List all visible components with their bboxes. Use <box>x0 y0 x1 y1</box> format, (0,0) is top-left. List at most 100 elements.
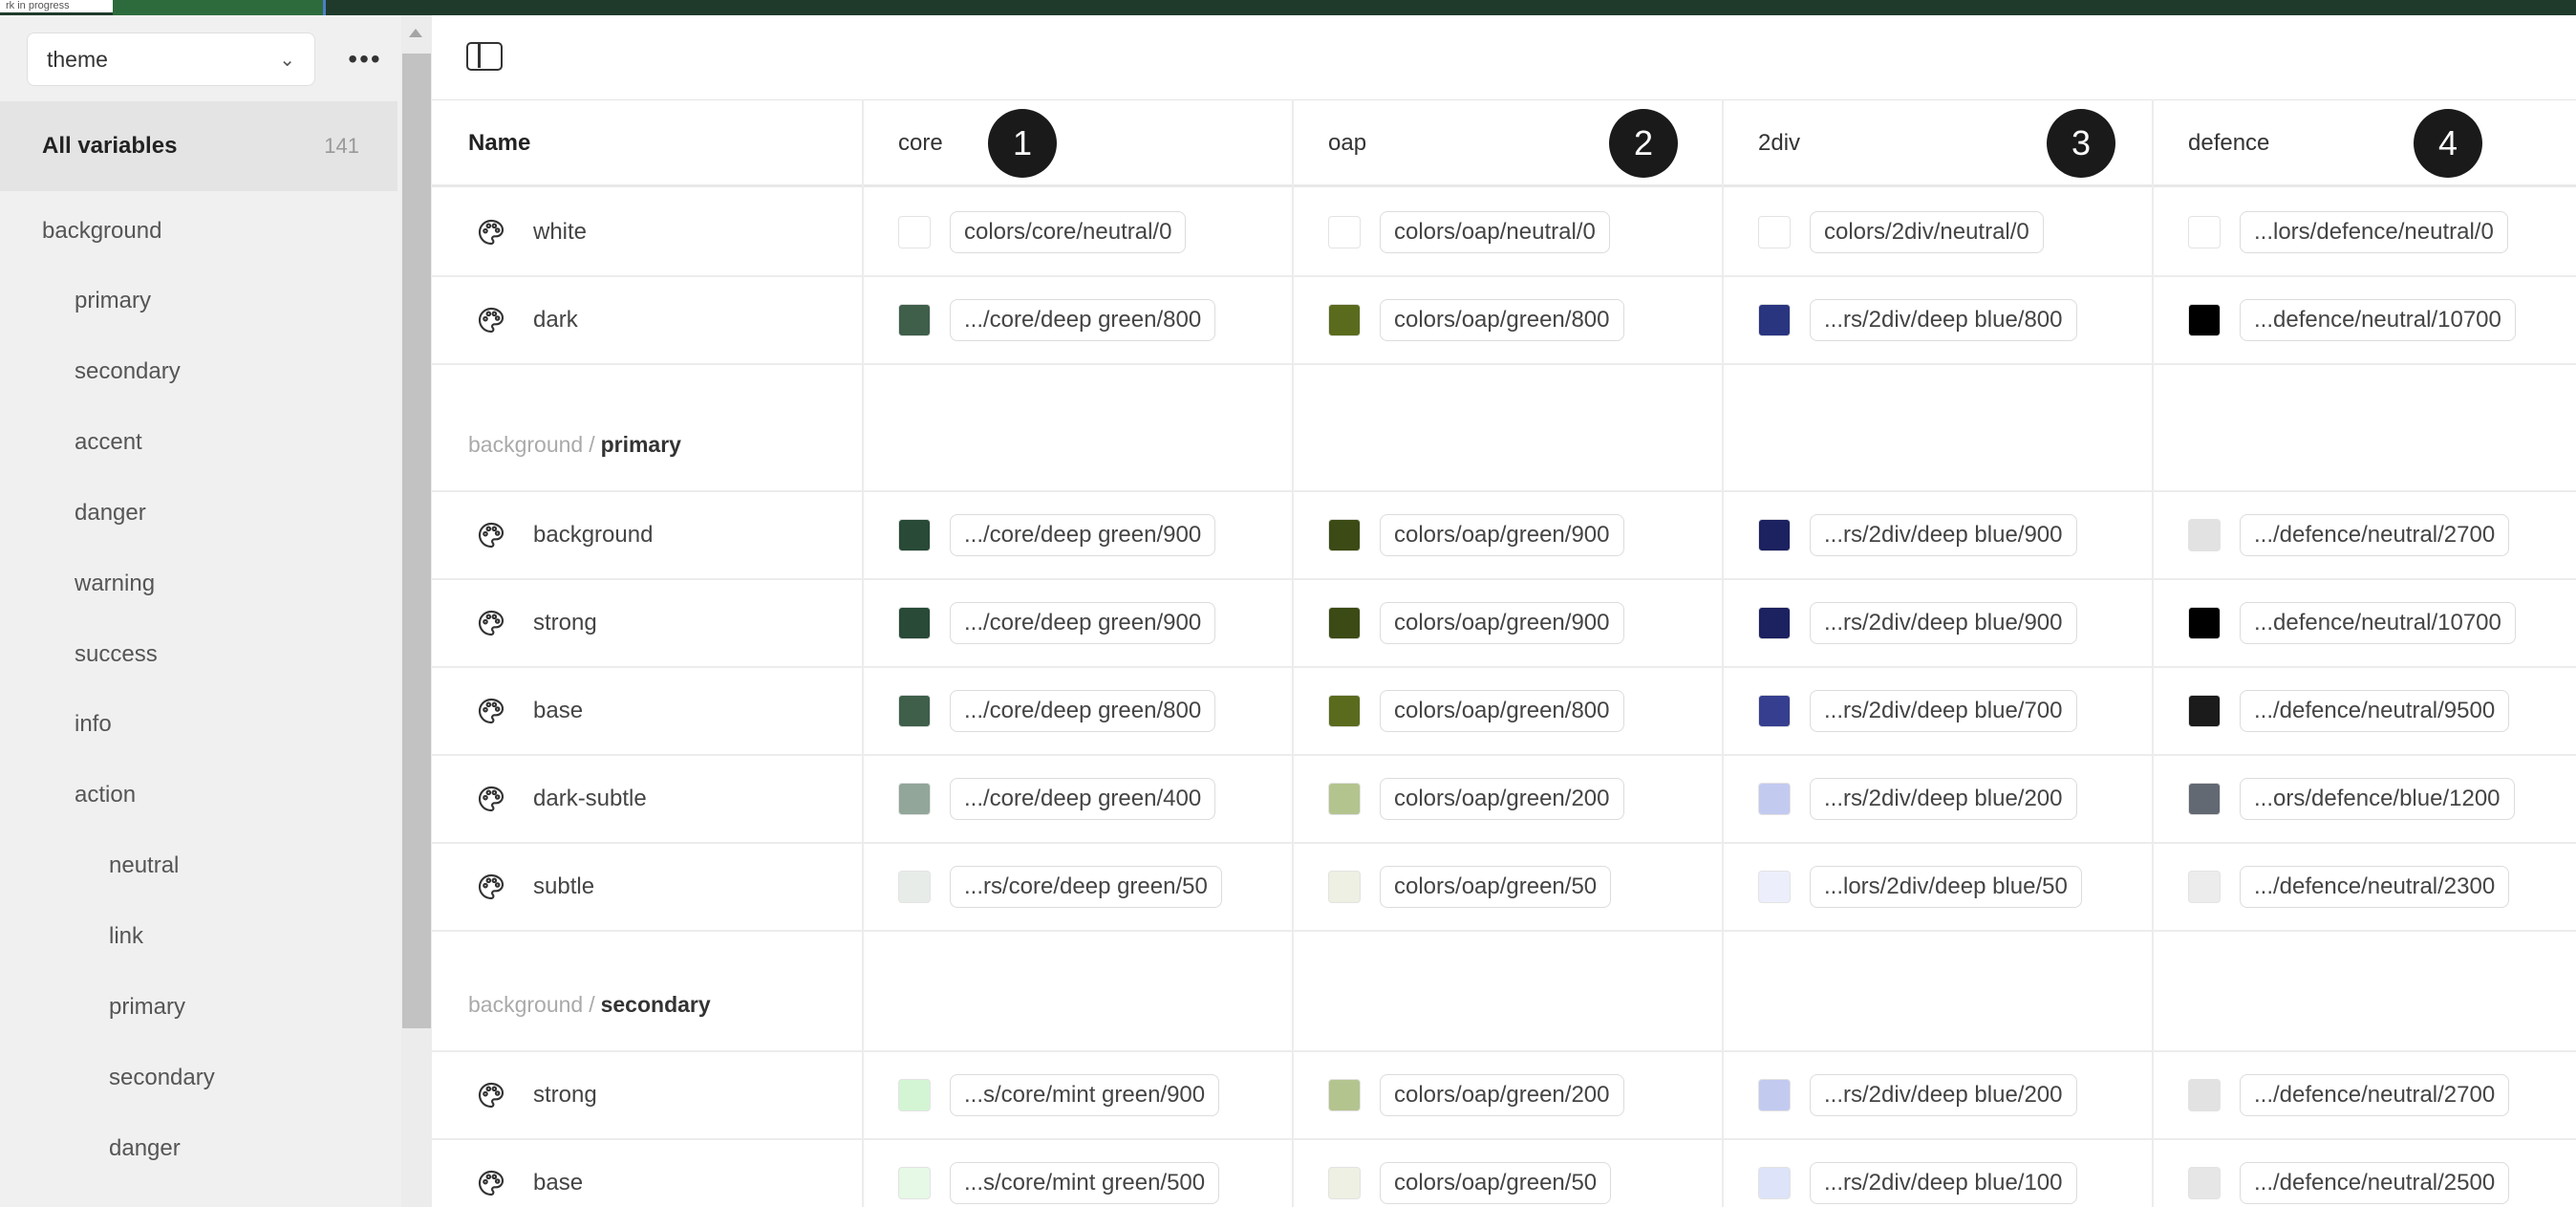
mode-value-cell[interactable]: ...rs/2div/deep blue/700 <box>1758 668 2077 754</box>
color-swatch[interactable] <box>1758 783 1791 815</box>
scrollbar-thumb[interactable] <box>402 54 431 1028</box>
color-swatch[interactable] <box>898 783 931 815</box>
collection-select[interactable]: theme ⌄ <box>27 32 315 86</box>
color-swatch[interactable] <box>898 1167 931 1199</box>
alias-pill[interactable]: ...rs/2div/deep blue/800 <box>1810 299 2077 341</box>
table-row[interactable]: strong ...s/core/mint green/900 colors/oap… <box>432 1052 2576 1140</box>
mode-value-cell[interactable]: ...defence/neutral/10700 <box>2188 277 2516 363</box>
alias-pill[interactable]: ...rs/2div/deep blue/100 <box>1810 1162 2077 1204</box>
color-swatch[interactable] <box>1758 216 1791 248</box>
mode-value-cell[interactable]: .../defence/neutral/2700 <box>2188 492 2510 578</box>
more-options-button[interactable]: ••• <box>342 44 388 75</box>
alias-pill[interactable]: .../core/deep green/800 <box>950 690 1216 732</box>
mode-value-cell[interactable]: colors/oap/green/50 <box>1328 844 1612 930</box>
color-swatch[interactable] <box>1328 1079 1361 1111</box>
mode-value-cell[interactable]: .../core/deep green/900 <box>898 580 1216 666</box>
color-swatch[interactable] <box>1328 519 1361 551</box>
mode-value-cell[interactable]: .../defence/neutral/2300 <box>2188 844 2510 930</box>
alias-pill[interactable]: .../defence/neutral/9500 <box>2240 690 2510 732</box>
variable-name[interactable]: strong <box>533 1052 597 1138</box>
alias-pill[interactable]: .../core/deep green/400 <box>950 778 1216 820</box>
sidebar-tree-item[interactable]: primary <box>75 288 151 314</box>
sidebar-tree-item[interactable]: accent <box>75 429 142 456</box>
sidebar-tree-item[interactable]: neutral <box>109 852 179 879</box>
color-swatch[interactable] <box>898 695 931 727</box>
color-swatch[interactable] <box>1328 304 1361 336</box>
color-swatch[interactable] <box>1328 216 1361 248</box>
table-row[interactable]: strong .../core/deep green/900 colors/oap/… <box>432 580 2576 668</box>
mode-value-cell[interactable]: colors/oap/green/200 <box>1328 756 1624 842</box>
alias-pill[interactable]: ...lors/2div/deep blue/50 <box>1810 866 2082 908</box>
sidebar-tree-item[interactable]: action <box>75 782 136 808</box>
color-swatch[interactable] <box>1328 1167 1361 1199</box>
sidebar-tree-item[interactable]: danger <box>75 500 146 527</box>
alias-pill[interactable]: .../defence/neutral/2700 <box>2240 1074 2510 1116</box>
variable-name[interactable]: background <box>533 492 653 578</box>
column-header-2div[interactable]: 2div <box>1758 99 1800 187</box>
variable-name[interactable]: base <box>533 668 583 754</box>
column-header-name[interactable]: Name <box>468 99 530 187</box>
color-swatch[interactable] <box>898 216 931 248</box>
table-row[interactable]: base ...s/core/mint green/500 colors/oap/g… <box>432 1140 2576 1207</box>
color-swatch[interactable] <box>1758 304 1791 336</box>
variable-name[interactable]: strong <box>533 580 597 666</box>
column-header-defence[interactable]: defence <box>2188 99 2269 187</box>
mode-value-cell[interactable]: .../core/deep green/900 <box>898 492 1216 578</box>
color-swatch[interactable] <box>2188 304 2221 336</box>
alias-pill[interactable]: .../defence/neutral/2700 <box>2240 514 2510 556</box>
alias-pill[interactable]: ...defence/neutral/10700 <box>2240 602 2516 644</box>
alias-pill[interactable]: ...rs/2div/deep blue/200 <box>1810 778 2077 820</box>
color-swatch[interactable] <box>898 304 931 336</box>
color-swatch[interactable] <box>2188 216 2221 248</box>
color-swatch[interactable] <box>1328 695 1361 727</box>
mode-value-cell[interactable]: colors/oap/green/900 <box>1328 492 1624 578</box>
alias-pill[interactable]: ...ors/defence/blue/1200 <box>2240 778 2515 820</box>
mode-value-cell[interactable]: ...s/core/mint green/900 <box>898 1052 1220 1138</box>
color-swatch[interactable] <box>2188 607 2221 639</box>
mode-value-cell[interactable]: colors/oap/green/50 <box>1328 1140 1612 1207</box>
color-swatch[interactable] <box>2188 1079 2221 1111</box>
alias-pill[interactable]: ...s/core/mint green/500 <box>950 1162 1220 1204</box>
mode-value-cell[interactable]: ...rs/2div/deep blue/200 <box>1758 1052 2077 1138</box>
color-swatch[interactable] <box>1758 871 1791 903</box>
color-swatch[interactable] <box>2188 871 2221 903</box>
mode-value-cell[interactable]: .../core/deep green/800 <box>898 668 1216 754</box>
sidebar-tree-item[interactable]: secondary <box>75 358 181 385</box>
alias-pill[interactable]: ...rs/core/deep green/50 <box>950 866 1222 908</box>
mode-value-cell[interactable]: colors/oap/green/800 <box>1328 277 1624 363</box>
sidebar-tree-item[interactable]: warning <box>75 571 155 597</box>
alias-pill[interactable]: .../core/deep green/900 <box>950 602 1216 644</box>
color-swatch[interactable] <box>2188 783 2221 815</box>
table-row[interactable]: dark .../core/deep green/800 colors/oap/gr… <box>432 277 2576 365</box>
sidebar-tree-item[interactable]: info <box>75 711 112 738</box>
mode-value-cell[interactable]: ...rs/2div/deep blue/900 <box>1758 492 2077 578</box>
alias-pill[interactable]: .../core/deep green/800 <box>950 299 1216 341</box>
sidebar-tree-item[interactable]: link <box>109 923 143 950</box>
sidebar-tree-item[interactable]: danger <box>109 1135 181 1162</box>
color-swatch[interactable] <box>1328 783 1361 815</box>
mode-value-cell[interactable]: ...rs/2div/deep blue/800 <box>1758 277 2077 363</box>
sidebar-scrollbar[interactable] <box>401 15 432 1207</box>
sidebar-tree-item[interactable]: secondary <box>109 1065 215 1091</box>
sidebar-tree-item[interactable]: background <box>42 218 161 245</box>
alias-pill[interactable]: colors/oap/green/800 <box>1380 690 1624 732</box>
alias-pill[interactable]: .../defence/neutral/2500 <box>2240 1162 2510 1204</box>
table-row[interactable]: white colors/core/neutral/0 colors/oap/neu… <box>432 189 2576 277</box>
color-swatch[interactable] <box>1328 871 1361 903</box>
alias-pill[interactable]: ...rs/2div/deep blue/200 <box>1810 1074 2077 1116</box>
alias-pill[interactable]: colors/oap/green/50 <box>1380 1162 1612 1204</box>
variable-name[interactable]: dark <box>533 277 578 363</box>
mode-value-cell[interactable]: ...rs/2div/deep blue/100 <box>1758 1140 2077 1207</box>
mode-value-cell[interactable]: ...rs/core/deep green/50 <box>898 844 1222 930</box>
all-variables-item[interactable]: All variables 141 <box>0 101 397 191</box>
alias-pill[interactable]: .../core/deep green/900 <box>950 514 1216 556</box>
mode-value-cell[interactable]: ...rs/2div/deep blue/200 <box>1758 756 2077 842</box>
mode-value-cell[interactable]: ...defence/neutral/10700 <box>2188 580 2516 666</box>
color-swatch[interactable] <box>1758 607 1791 639</box>
mode-value-cell[interactable]: colors/oap/green/900 <box>1328 580 1624 666</box>
alias-pill[interactable]: colors/2div/neutral/0 <box>1810 211 2044 253</box>
alias-pill[interactable]: ...s/core/mint green/900 <box>950 1074 1220 1116</box>
alias-pill[interactable]: ...rs/2div/deep blue/700 <box>1810 690 2077 732</box>
table-row[interactable]: dark-subtle .../core/deep green/400 colors… <box>432 756 2576 844</box>
alias-pill[interactable]: colors/oap/green/800 <box>1380 299 1624 341</box>
